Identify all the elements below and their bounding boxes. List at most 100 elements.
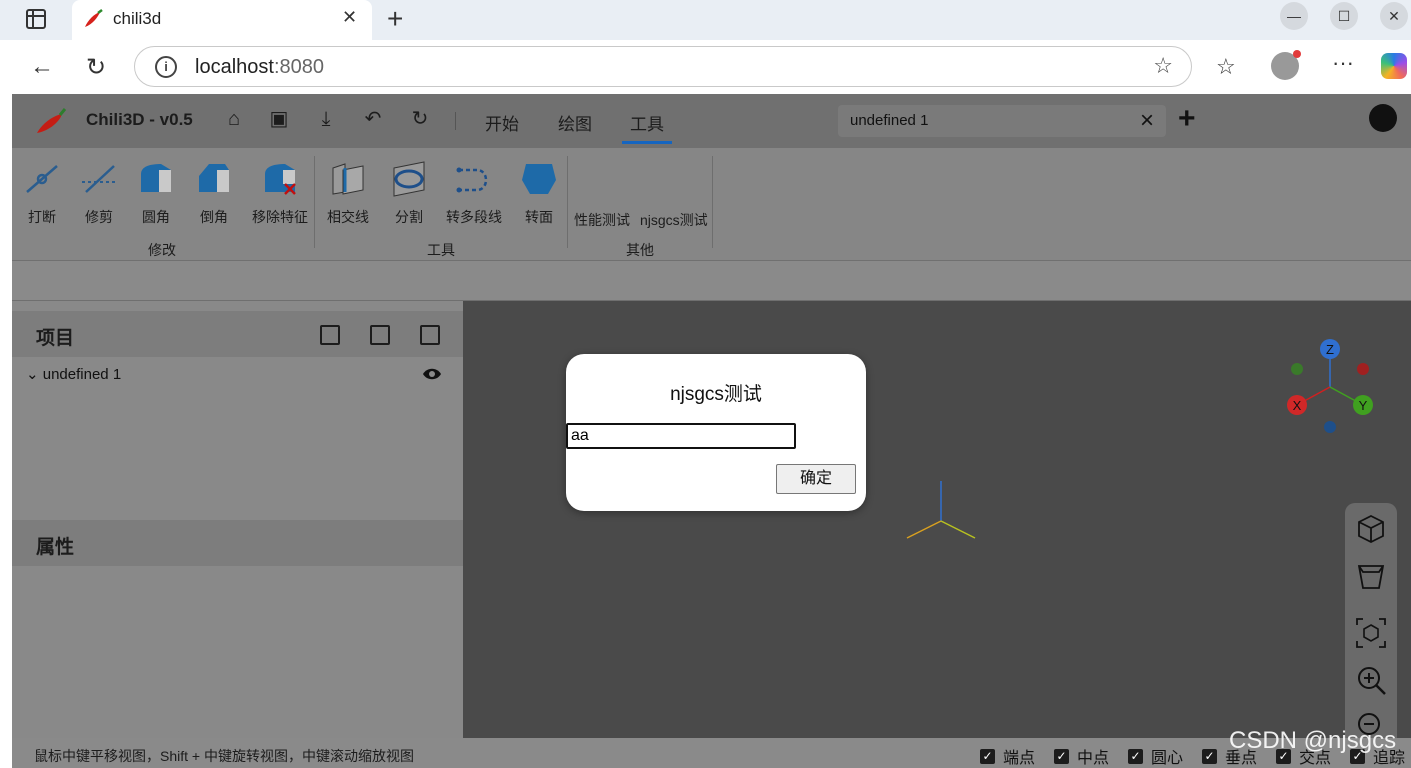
intersection-label: 相交线 <box>327 209 369 225</box>
group-label-other: 其他 <box>626 242 654 258</box>
add-item-icon[interactable] <box>420 325 440 345</box>
fit-view-icon[interactable] <box>1353 615 1389 651</box>
snap-center-checkbox[interactable]: ✓ 圆心 <box>1128 744 1183 768</box>
chamfer-button[interactable]: 倒角 <box>194 160 234 227</box>
break-button[interactable]: 打断 <box>22 160 62 227</box>
chili-favicon-icon <box>85 9 103 27</box>
ribbon-extension <box>12 261 1411 301</box>
snap-midpoint-label: 中点 <box>1077 750 1110 767</box>
tree-item-document[interactable]: ⌄ undefined 1 <box>26 365 121 383</box>
axis-gizmo[interactable]: Z X Y <box>1283 337 1383 437</box>
fillet-button[interactable]: 圆角 <box>136 160 176 227</box>
performance-test-label: 性能测试 <box>574 212 630 228</box>
group-label-modify: 修改 <box>148 242 176 258</box>
project-panel-title: 项目 <box>36 328 75 349</box>
gizmo-y-label: Y <box>1359 398 1368 413</box>
cube-view-icon[interactable] <box>1353 510 1389 546</box>
origin-axes <box>906 481 976 539</box>
github-icon[interactable] <box>1369 104 1397 132</box>
tab-draw[interactable]: 绘图 <box>558 110 592 135</box>
tab-title: chili3d <box>113 9 162 28</box>
to-face-label: 转面 <box>525 209 553 225</box>
view-toolbar <box>1345 503 1397 753</box>
chamfer-label: 倒角 <box>200 209 228 225</box>
favorites-icon[interactable]: ☆ <box>1216 54 1236 80</box>
checkbox-checked-icon: ✓ <box>980 748 995 764</box>
group-separator <box>567 156 568 248</box>
to-polyline-label: 转多段线 <box>446 209 502 225</box>
maximize-button[interactable]: ☐ <box>1330 2 1358 30</box>
new-folder-icon[interactable] <box>320 325 340 345</box>
left-panel: 项目 ⌄ undefined 1 属性 <box>12 301 463 738</box>
checkbox-checked-icon: ✓ <box>1128 748 1143 764</box>
intersection-button[interactable]: 相交线 <box>324 160 372 227</box>
save-icon[interactable]: ▣ <box>268 108 290 130</box>
close-document-icon[interactable]: × <box>1140 107 1154 135</box>
address-bar[interactable]: i localhost:8080 ☆ <box>134 46 1192 87</box>
tree-item-label: undefined 1 <box>42 366 122 383</box>
split-icon <box>393 161 425 197</box>
close-window-button[interactable]: ✕ <box>1380 2 1408 30</box>
snap-endpoint-checkbox[interactable]: ✓ 端点 <box>980 744 1035 768</box>
copilot-icon[interactable] <box>1381 53 1407 79</box>
browser-tabbar: chili3d ✕ + — ☐ ✕ <box>0 0 1411 40</box>
dialog-text-input[interactable]: aa <box>566 423 796 449</box>
remove-feature-button[interactable]: 移除特征 <box>248 160 312 227</box>
checkbox-checked-icon: ✓ <box>1054 748 1069 764</box>
more-menu-icon[interactable]: ··· <box>1332 50 1354 76</box>
snap-center-label: 圆心 <box>1151 750 1184 767</box>
document-tab-label: undefined 1 <box>850 112 929 129</box>
perspective-view-icon[interactable] <box>1353 558 1389 594</box>
collapse-all-icon[interactable] <box>370 325 390 345</box>
performance-test-button[interactable]: 性能测试 <box>574 206 630 230</box>
minimize-button[interactable]: — <box>1280 2 1308 30</box>
home-icon[interactable]: ⌂ <box>223 108 245 130</box>
properties-panel-header: 属性 <box>12 520 463 566</box>
watermark: CSDN @njsgcs <box>1229 727 1397 754</box>
new-tab-button[interactable]: + <box>387 3 403 35</box>
site-info-icon[interactable]: i <box>155 56 177 78</box>
chevron-down-icon[interactable]: ⌄ <box>26 366 39 383</box>
zoom-in-icon[interactable] <box>1353 662 1389 698</box>
njsgcs-test-button[interactable]: njsgcs测试 <box>640 206 708 230</box>
document-tab[interactable]: undefined 1 × <box>838 105 1166 137</box>
to-face-button[interactable]: 转面 <box>519 160 559 227</box>
group-separator <box>314 156 315 248</box>
profile-avatar[interactable] <box>1271 50 1301 80</box>
browser-tab[interactable]: chili3d ✕ <box>72 0 372 40</box>
group-separator <box>712 156 713 248</box>
add-document-icon[interactable]: + <box>1178 102 1196 136</box>
download-icon[interactable]: ⤓ <box>315 108 337 130</box>
redo-icon[interactable]: ↻ <box>409 108 431 130</box>
break-icon <box>26 165 58 193</box>
split-label: 分割 <box>395 209 423 225</box>
njsgcs-test-label: njsgcs测试 <box>640 212 708 228</box>
trim-button[interactable]: 修剪 <box>79 160 119 227</box>
screen: chili3d ✕ + — ☐ ✕ ← ↻ i localhost:8080 ☆… <box>0 0 1411 768</box>
back-arrow-icon[interactable]: ← <box>30 53 54 81</box>
tab-close-icon[interactable]: ✕ <box>342 7 357 28</box>
undo-icon[interactable]: ↶ <box>362 108 384 130</box>
ok-button[interactable]: 确定 <box>776 464 856 494</box>
remove-feature-label: 移除特征 <box>252 209 308 225</box>
favorite-star-icon[interactable]: ☆ <box>1153 53 1173 79</box>
dialog-title: njsgcs测试 <box>670 384 762 405</box>
to-polyline-button[interactable]: 转多段线 <box>442 160 506 227</box>
trim-label: 修剪 <box>85 209 113 225</box>
to-face-icon <box>522 164 556 194</box>
split-button[interactable]: 分割 <box>389 160 429 227</box>
properties-panel-title: 属性 <box>36 537 75 558</box>
app-header: Chili3D - v0.5 ⌂ ▣ ⤓ ↶ ↻ 开始 绘图 工具 undefi… <box>12 94 1411 148</box>
tab-start[interactable]: 开始 <box>485 110 519 135</box>
group-label-tools: 工具 <box>427 242 455 258</box>
refresh-icon[interactable]: ↻ <box>86 53 106 82</box>
tab-actions-icon[interactable] <box>26 9 46 29</box>
prompt-dialog: njsgcs测试 aa 确定 <box>566 354 866 511</box>
status-message: 鼠标中键平移视图，Shift + 中键旋转视图，中键滚动缩放视图 <box>34 748 414 764</box>
header-divider <box>455 112 456 130</box>
fillet-icon <box>141 164 171 192</box>
visibility-eye-icon[interactable] <box>422 367 442 381</box>
tab-tools[interactable]: 工具 <box>622 110 672 144</box>
break-label: 打断 <box>28 209 56 225</box>
snap-midpoint-checkbox[interactable]: ✓ 中点 <box>1054 744 1109 768</box>
